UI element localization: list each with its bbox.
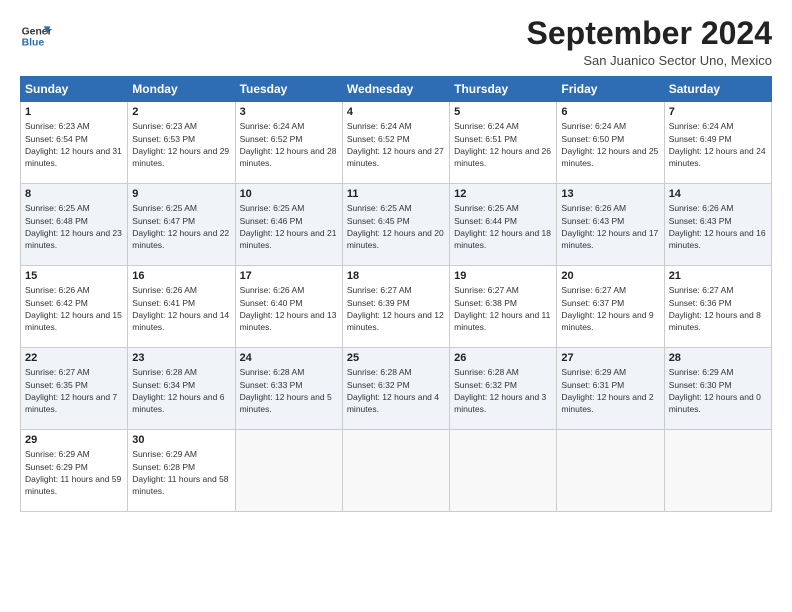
col-friday: Friday — [557, 77, 664, 102]
day-cell: 4 Sunrise: 6:24 AMSunset: 6:52 PMDayligh… — [342, 102, 449, 184]
day-cell: 26 Sunrise: 6:28 AMSunset: 6:32 PMDaylig… — [450, 348, 557, 430]
col-wednesday: Wednesday — [342, 77, 449, 102]
day-cell: 8 Sunrise: 6:25 AMSunset: 6:48 PMDayligh… — [21, 184, 128, 266]
day-cell: 20 Sunrise: 6:27 AMSunset: 6:37 PMDaylig… — [557, 266, 664, 348]
day-cell: 10 Sunrise: 6:25 AMSunset: 6:46 PMDaylig… — [235, 184, 342, 266]
day-cell: 2 Sunrise: 6:23 AMSunset: 6:53 PMDayligh… — [128, 102, 235, 184]
col-tuesday: Tuesday — [235, 77, 342, 102]
day-cell: 18 Sunrise: 6:27 AMSunset: 6:39 PMDaylig… — [342, 266, 449, 348]
day-cell: 22 Sunrise: 6:27 AMSunset: 6:35 PMDaylig… — [21, 348, 128, 430]
day-cell: 23 Sunrise: 6:28 AMSunset: 6:34 PMDaylig… — [128, 348, 235, 430]
day-cell: 6 Sunrise: 6:24 AMSunset: 6:50 PMDayligh… — [557, 102, 664, 184]
day-cell: 24 Sunrise: 6:28 AMSunset: 6:33 PMDaylig… — [235, 348, 342, 430]
logo-icon: General Blue — [20, 20, 52, 52]
svg-text:Blue: Blue — [22, 38, 45, 49]
col-monday: Monday — [128, 77, 235, 102]
page: General Blue September 2024 San Juanico … — [0, 0, 792, 612]
day-cell: 14 Sunrise: 6:26 AMSunset: 6:43 PMDaylig… — [664, 184, 771, 266]
day-cell: 21 Sunrise: 6:27 AMSunset: 6:36 PMDaylig… — [664, 266, 771, 348]
day-cell: 30 Sunrise: 6:29 AMSunset: 6:28 PMDaylig… — [128, 430, 235, 512]
day-cell: 3 Sunrise: 6:24 AMSunset: 6:52 PMDayligh… — [235, 102, 342, 184]
week-row: 1 Sunrise: 6:23 AMSunset: 6:54 PMDayligh… — [21, 102, 772, 184]
col-saturday: Saturday — [664, 77, 771, 102]
day-cell: 13 Sunrise: 6:26 AMSunset: 6:43 PMDaylig… — [557, 184, 664, 266]
day-cell: 19 Sunrise: 6:27 AMSunset: 6:38 PMDaylig… — [450, 266, 557, 348]
main-title: September 2024 — [527, 16, 772, 51]
day-cell: 9 Sunrise: 6:25 AMSunset: 6:47 PMDayligh… — [128, 184, 235, 266]
day-cell: 28 Sunrise: 6:29 AMSunset: 6:30 PMDaylig… — [664, 348, 771, 430]
title-block: September 2024 San Juanico Sector Uno, M… — [527, 16, 772, 68]
day-cell: 27 Sunrise: 6:29 AMSunset: 6:31 PMDaylig… — [557, 348, 664, 430]
empty-cell — [235, 430, 342, 512]
day-cell: 12 Sunrise: 6:25 AMSunset: 6:44 PMDaylig… — [450, 184, 557, 266]
col-sunday: Sunday — [21, 77, 128, 102]
day-cell: 11 Sunrise: 6:25 AMSunset: 6:45 PMDaylig… — [342, 184, 449, 266]
subtitle: San Juanico Sector Uno, Mexico — [527, 53, 772, 68]
week-row: 15 Sunrise: 6:26 AMSunset: 6:42 PMDaylig… — [21, 266, 772, 348]
day-cell: 5 Sunrise: 6:24 AMSunset: 6:51 PMDayligh… — [450, 102, 557, 184]
week-row: 8 Sunrise: 6:25 AMSunset: 6:48 PMDayligh… — [21, 184, 772, 266]
day-cell: 17 Sunrise: 6:26 AMSunset: 6:40 PMDaylig… — [235, 266, 342, 348]
day-cell: 1 Sunrise: 6:23 AMSunset: 6:54 PMDayligh… — [21, 102, 128, 184]
day-cell: 16 Sunrise: 6:26 AMSunset: 6:41 PMDaylig… — [128, 266, 235, 348]
empty-cell — [450, 430, 557, 512]
logo: General Blue — [20, 20, 52, 52]
day-cell: 29 Sunrise: 6:29 AMSunset: 6:29 PMDaylig… — [21, 430, 128, 512]
week-row: 29 Sunrise: 6:29 AMSunset: 6:29 PMDaylig… — [21, 430, 772, 512]
header-row: Sunday Monday Tuesday Wednesday Thursday… — [21, 77, 772, 102]
empty-cell — [557, 430, 664, 512]
calendar-table: Sunday Monday Tuesday Wednesday Thursday… — [20, 76, 772, 512]
col-thursday: Thursday — [450, 77, 557, 102]
header: General Blue September 2024 San Juanico … — [20, 16, 772, 68]
day-cell: 25 Sunrise: 6:28 AMSunset: 6:32 PMDaylig… — [342, 348, 449, 430]
week-row: 22 Sunrise: 6:27 AMSunset: 6:35 PMDaylig… — [21, 348, 772, 430]
day-cell: 15 Sunrise: 6:26 AMSunset: 6:42 PMDaylig… — [21, 266, 128, 348]
empty-cell — [342, 430, 449, 512]
day-cell: 7 Sunrise: 6:24 AMSunset: 6:49 PMDayligh… — [664, 102, 771, 184]
empty-cell — [664, 430, 771, 512]
